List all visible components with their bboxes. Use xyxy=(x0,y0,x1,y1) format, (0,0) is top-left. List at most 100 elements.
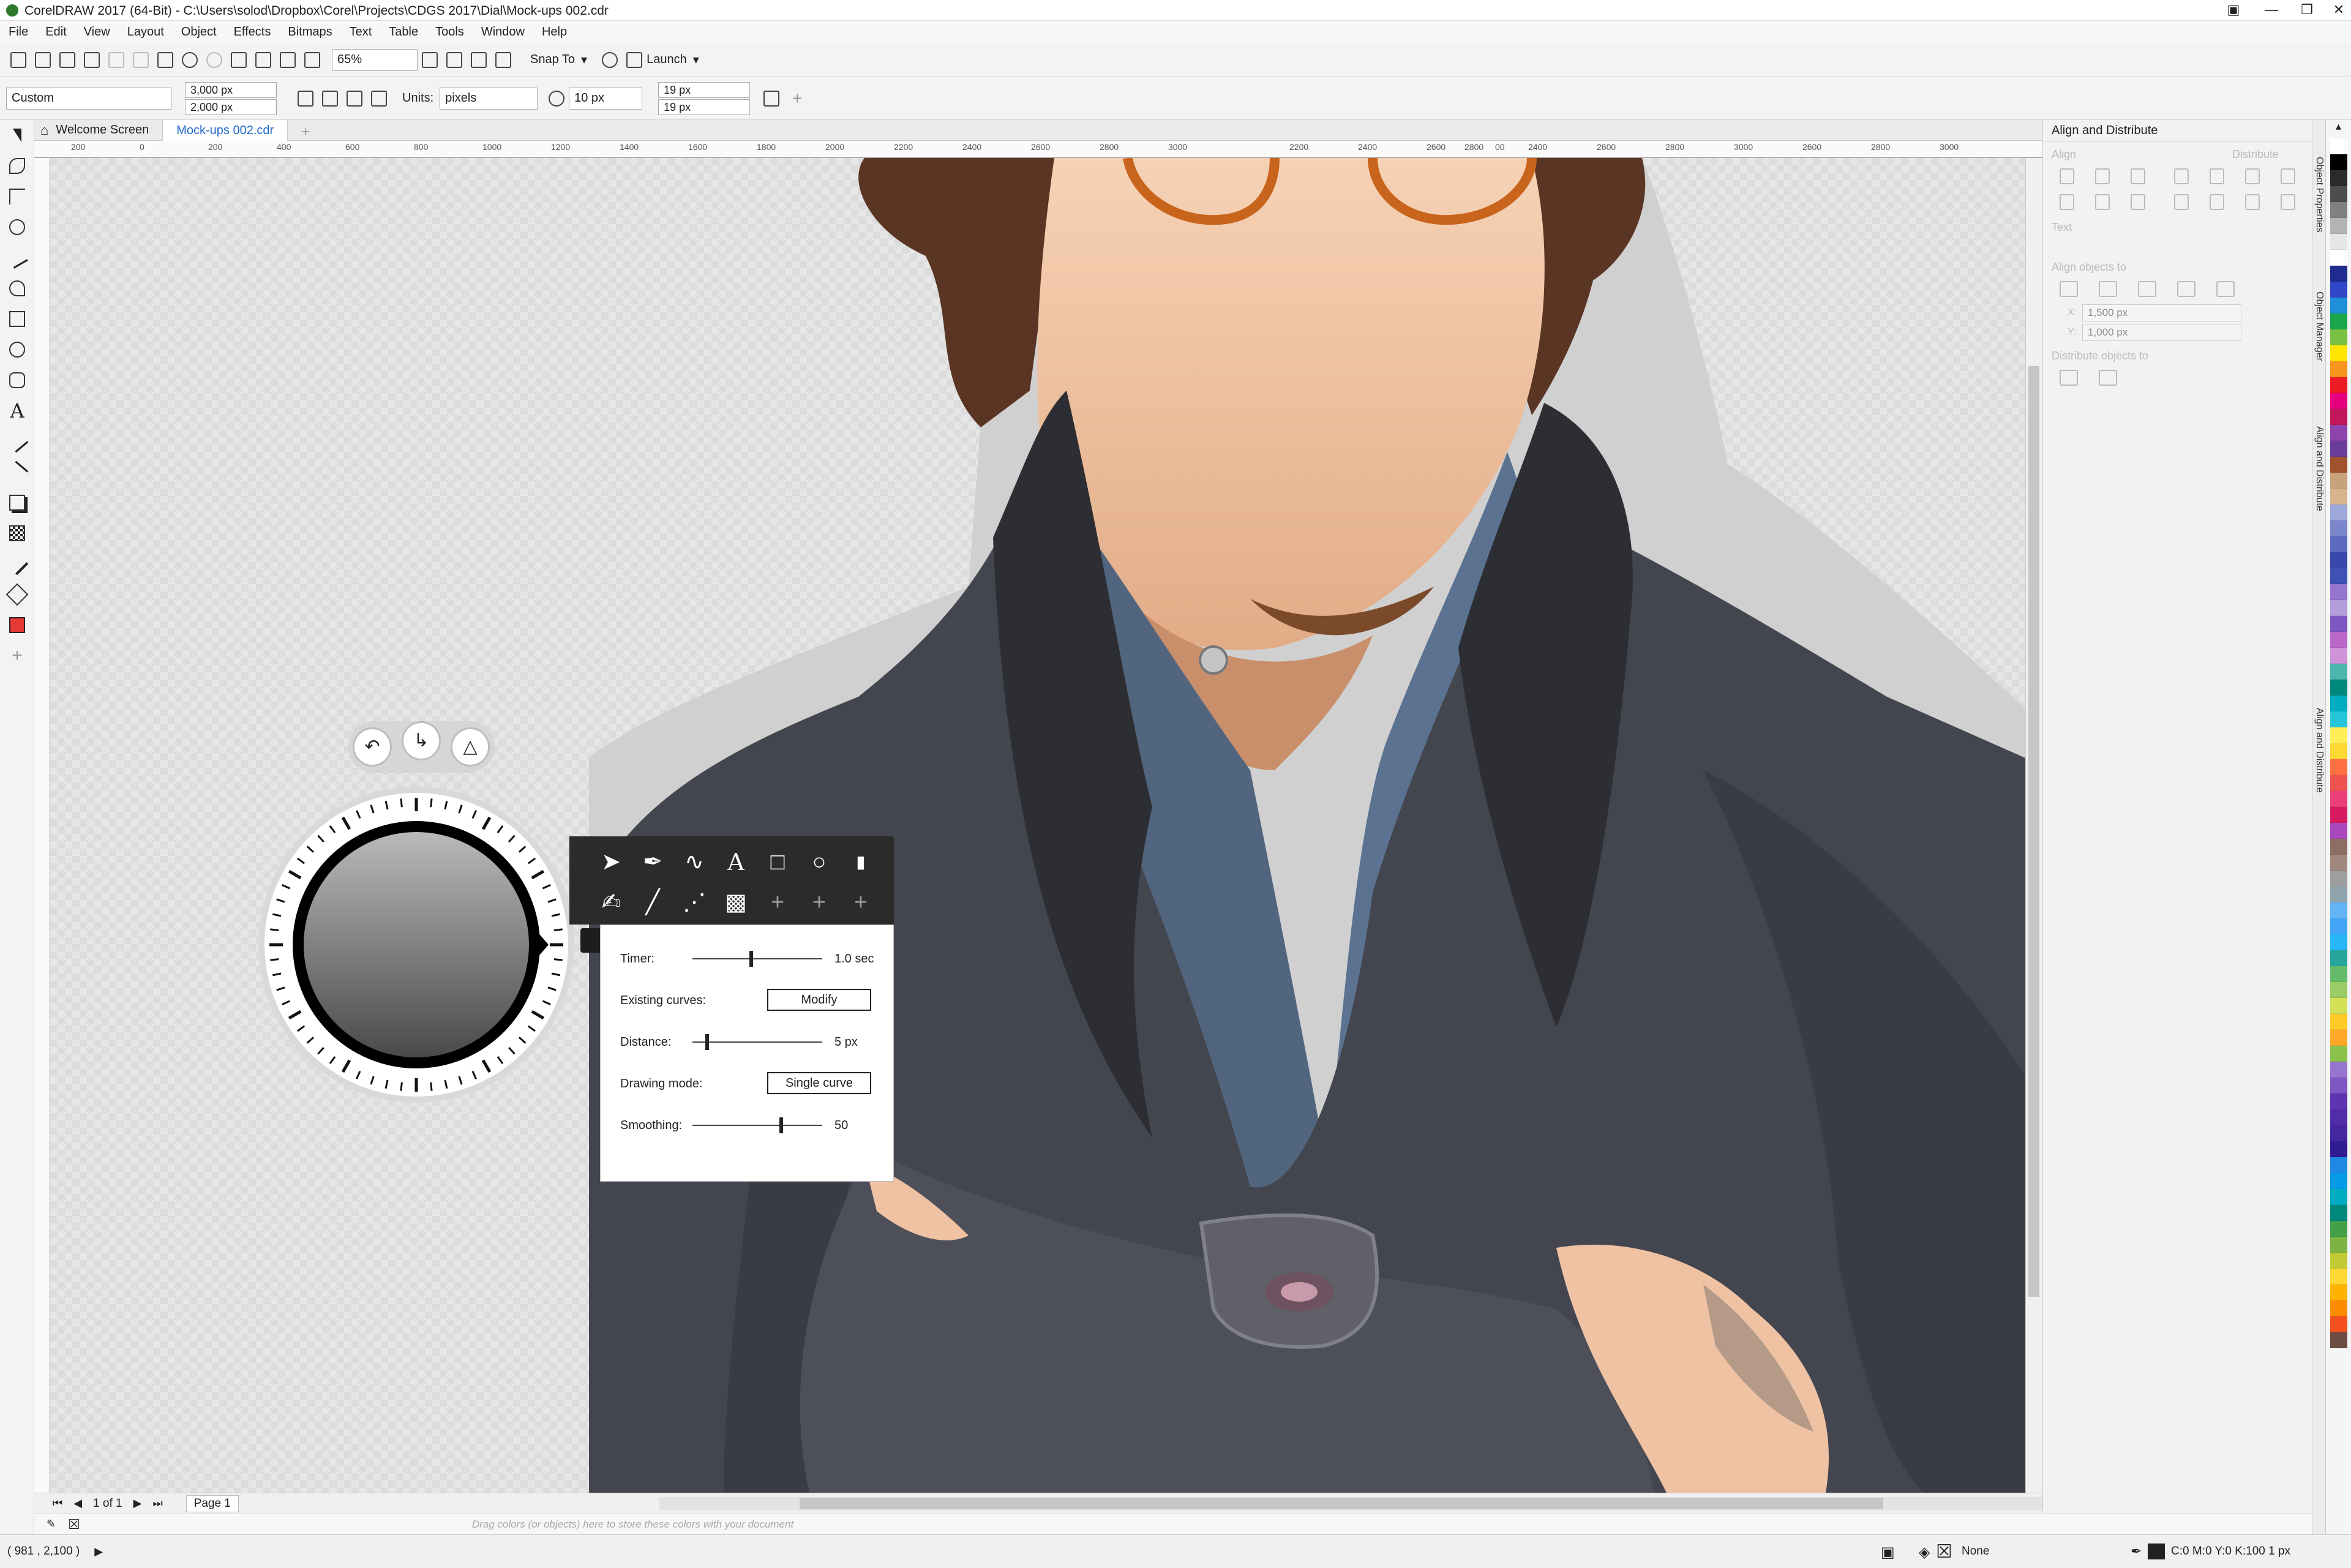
color-swatch[interactable] xyxy=(2330,218,2347,234)
slider-thumb[interactable] xyxy=(705,1034,709,1050)
y-coordinate-field[interactable]: 1,000 px xyxy=(2082,324,2241,341)
color-swatch[interactable] xyxy=(2330,234,2347,250)
timer-slider[interactable] xyxy=(692,951,822,967)
checker-icon[interactable]: ▩ xyxy=(719,885,753,920)
menu-bitmaps[interactable]: Bitmaps xyxy=(288,25,332,39)
close-button[interactable]: ✕ xyxy=(2320,0,2351,21)
add-slot-icon[interactable]: + xyxy=(844,885,878,920)
color-swatch[interactable] xyxy=(2330,1093,2347,1109)
smart-fill-tool[interactable] xyxy=(0,610,34,640)
connector-tool[interactable] xyxy=(0,457,34,487)
ellipse-tool[interactable] xyxy=(0,334,34,365)
current-page-icon[interactable] xyxy=(371,90,387,107)
color-swatch[interactable] xyxy=(2330,1062,2347,1078)
gear-icon[interactable] xyxy=(602,51,618,68)
color-swatch[interactable] xyxy=(2330,329,2347,345)
page-center-icon[interactable] xyxy=(2138,281,2156,297)
add-slot-icon[interactable]: + xyxy=(802,885,836,920)
pen-icon[interactable]: ✒ xyxy=(636,845,670,879)
tab-welcome-screen[interactable]: ⌂ Welcome Screen xyxy=(34,119,163,141)
color-swatch[interactable] xyxy=(2330,313,2347,329)
portrait-icon[interactable] xyxy=(298,90,313,107)
line-icon[interactable]: ╱ xyxy=(636,885,670,920)
vertical-scrollbar[interactable] xyxy=(2025,158,2042,1493)
color-swatch[interactable] xyxy=(2330,1189,2347,1205)
vertical-ruler[interactable] xyxy=(34,158,50,1493)
color-swatch[interactable] xyxy=(2330,1221,2347,1237)
copy-icon[interactable] xyxy=(133,51,149,68)
color-swatch[interactable] xyxy=(2330,1014,2347,1030)
color-swatch[interactable] xyxy=(2330,393,2347,409)
search-content-icon[interactable] xyxy=(231,51,247,68)
add-slot-icon[interactable]: + xyxy=(760,885,795,920)
color-swatch[interactable] xyxy=(2330,791,2347,807)
color-swatch[interactable] xyxy=(2330,1285,2347,1300)
menu-effects[interactable]: Effects xyxy=(234,25,271,39)
next-page-icon[interactable]: ▶ xyxy=(133,1497,142,1510)
menu-view[interactable]: View xyxy=(84,25,110,39)
transparency-tool[interactable] xyxy=(0,518,34,549)
color-swatch[interactable] xyxy=(2330,743,2347,759)
distance-slider[interactable] xyxy=(692,1034,822,1050)
last-page-icon[interactable]: ⏭ xyxy=(152,1497,162,1510)
dial-redo-button[interactable]: ↳ xyxy=(402,721,441,760)
drop-shadow-tool[interactable] xyxy=(0,487,34,518)
side-tab-align-distribute[interactable]: Align and Distribute xyxy=(2314,426,2325,511)
color-swatch[interactable] xyxy=(2330,584,2347,600)
color-swatch[interactable] xyxy=(2330,266,2347,282)
zoom-to-page-icon[interactable] xyxy=(422,51,438,68)
menu-layout[interactable]: Layout xyxy=(127,25,164,39)
open-icon[interactable] xyxy=(35,51,51,68)
page-edge-icon[interactable] xyxy=(2099,281,2117,297)
grid-icon[interactable] xyxy=(2177,281,2195,297)
color-swatch[interactable] xyxy=(2330,616,2347,632)
smart-drawing-icon[interactable]: ✍ xyxy=(594,885,628,920)
launch-dropdown[interactable]: Launch xyxy=(647,53,687,67)
color-swatch[interactable] xyxy=(2330,902,2347,918)
color-swatch[interactable] xyxy=(2330,425,2347,441)
color-swatch[interactable] xyxy=(2330,536,2347,552)
align-middle-icon[interactable] xyxy=(2095,194,2110,210)
color-swatch[interactable] xyxy=(2330,170,2347,186)
modify-button[interactable]: Modify xyxy=(767,989,871,1011)
color-swatch[interactable] xyxy=(2330,1125,2347,1141)
text-icon[interactable]: A xyxy=(719,845,753,879)
color-swatch[interactable] xyxy=(2330,1157,2347,1173)
color-swatch[interactable] xyxy=(2330,664,2347,680)
color-swatch[interactable] xyxy=(2330,871,2347,887)
text-tool[interactable]: A xyxy=(0,396,34,426)
color-swatch[interactable] xyxy=(2330,775,2347,791)
side-tab-align-distribute-2[interactable]: Align and Distribute xyxy=(2314,708,2325,793)
first-page-icon[interactable]: ⏮ xyxy=(53,1497,62,1510)
distribute-spacing-icon[interactable] xyxy=(2281,168,2295,184)
single-curve-button[interactable]: Single curve xyxy=(767,1072,871,1094)
artistic-media-tool[interactable] xyxy=(0,273,34,304)
chevron-down-icon[interactable]: ▾ xyxy=(693,52,699,67)
cut-icon[interactable] xyxy=(108,51,124,68)
x-coordinate-field[interactable]: 1,500 px xyxy=(2082,304,2241,321)
dashed-line-icon[interactable]: ⋰ xyxy=(677,885,711,920)
menu-table[interactable]: Table xyxy=(389,25,418,39)
color-swatch[interactable] xyxy=(2330,457,2347,473)
color-swatch[interactable] xyxy=(2330,1253,2347,1269)
parallel-dimension-tool[interactable] xyxy=(0,426,34,457)
outline-pen-icon[interactable]: ✒ xyxy=(2131,1544,2142,1559)
pick-tool-icon[interactable]: ➤ xyxy=(594,845,628,879)
snap-to-dropdown[interactable]: Snap To xyxy=(530,53,575,67)
distribute-vspacing-icon[interactable] xyxy=(2281,194,2295,210)
page-width-field[interactable]: 3,000 px xyxy=(185,81,277,98)
add-tool-button[interactable]: + xyxy=(0,640,34,671)
color-swatch[interactable] xyxy=(2330,823,2347,839)
interactive-fill-tool[interactable] xyxy=(0,579,34,610)
show-guidelines-icon[interactable] xyxy=(495,51,511,68)
redo-icon[interactable] xyxy=(206,51,222,68)
prev-page-icon[interactable]: ◀ xyxy=(73,1497,82,1510)
chevron-down-icon[interactable]: ▾ xyxy=(581,52,587,67)
print-icon[interactable] xyxy=(84,51,100,68)
color-swatch[interactable] xyxy=(2330,934,2347,950)
new-tab-icon[interactable]: + xyxy=(288,120,323,141)
color-swatch[interactable] xyxy=(2330,1205,2347,1221)
color-swatch[interactable] xyxy=(2330,1332,2347,1348)
page-height-field[interactable]: 2,000 px xyxy=(185,99,277,115)
freehand-tool[interactable] xyxy=(0,242,34,273)
